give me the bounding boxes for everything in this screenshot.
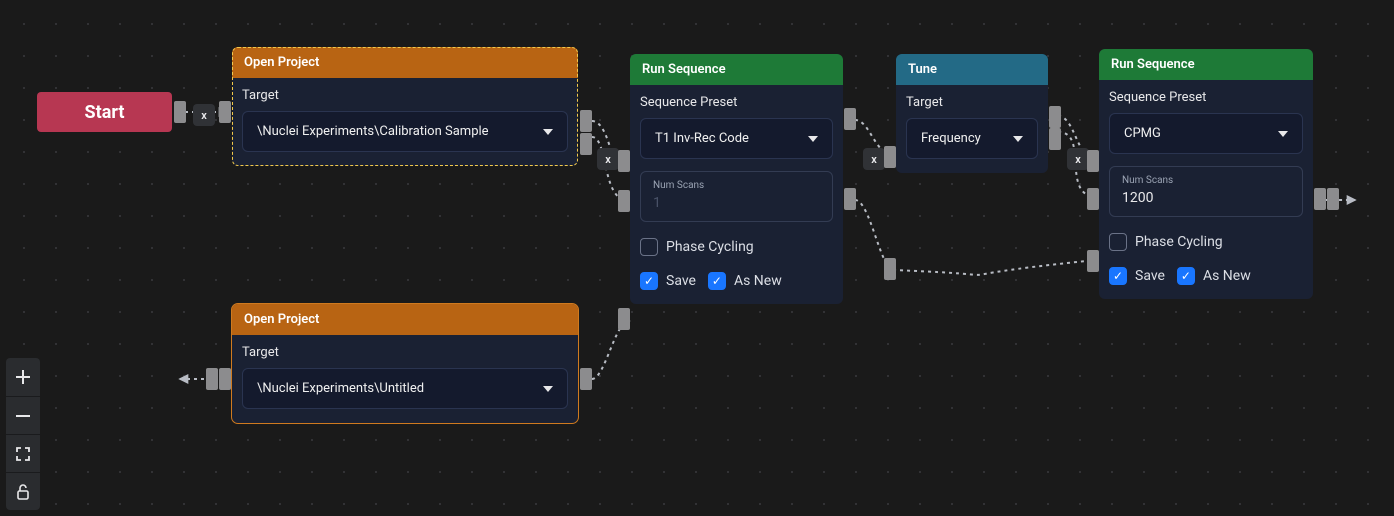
node-run-sequence-2[interactable]: Run Sequence Sequence Preset CPMG Num Sc… bbox=[1099, 49, 1313, 299]
edge-tune-down-to-run2 bbox=[893, 260, 1096, 275]
numscans-input[interactable]: 1 bbox=[653, 195, 820, 211]
start-label: Start bbox=[85, 102, 125, 123]
zoom-out-button[interactable] bbox=[6, 396, 40, 434]
asnew-checkbox[interactable] bbox=[708, 272, 726, 290]
phase-label: Phase Cycling bbox=[666, 239, 754, 255]
port-run2-in-a[interactable] bbox=[1087, 150, 1099, 172]
close-button[interactable]: x bbox=[597, 148, 619, 170]
target-label: Target bbox=[242, 345, 568, 360]
save-checkbox[interactable] bbox=[1109, 267, 1127, 285]
minus-icon bbox=[16, 409, 30, 423]
canvas-toolbar bbox=[6, 358, 40, 510]
preset-label: Sequence Preset bbox=[1109, 90, 1303, 105]
close-button[interactable]: x bbox=[863, 148, 885, 170]
port-tune-in-2[interactable] bbox=[884, 258, 896, 280]
asnew-checkbox[interactable] bbox=[1177, 267, 1195, 285]
port-open1-out-b[interactable] bbox=[580, 133, 592, 155]
port-run2-out[interactable] bbox=[1314, 188, 1326, 210]
port-open2-in-a[interactable] bbox=[219, 368, 231, 390]
flow-canvas[interactable]: Start x Open Project Target \Nuclei Expe… bbox=[0, 0, 1394, 516]
select-value: CPMG bbox=[1124, 126, 1161, 141]
port-open1-out-a[interactable] bbox=[580, 110, 592, 132]
save-checkbox[interactable] bbox=[640, 272, 658, 290]
port-tune-out-a[interactable] bbox=[1049, 106, 1061, 128]
preset-label: Sequence Preset bbox=[640, 95, 833, 110]
target-select[interactable]: Frequency bbox=[906, 118, 1038, 159]
select-value: \Nuclei Experiments\Untitled bbox=[257, 381, 424, 396]
save-label: Save bbox=[666, 273, 696, 289]
phase-label: Phase Cycling bbox=[1135, 234, 1223, 250]
node-header: Run Sequence bbox=[630, 54, 843, 85]
close-button[interactable]: x bbox=[193, 104, 215, 126]
port-run1-in-b[interactable] bbox=[618, 190, 630, 212]
phase-checkbox[interactable] bbox=[1109, 233, 1127, 251]
node-run-sequence-1[interactable]: Run Sequence Sequence Preset T1 Inv-Rec … bbox=[630, 54, 843, 304]
fullscreen-icon bbox=[15, 446, 31, 462]
node-header: Run Sequence bbox=[1099, 49, 1313, 80]
port-start-out[interactable] bbox=[174, 101, 186, 123]
node-open-project-2[interactable]: Open Project Target \Nuclei Experiments\… bbox=[232, 304, 578, 423]
start-node[interactable]: Start bbox=[37, 92, 172, 132]
target-select[interactable]: \Nuclei Experiments\Untitled bbox=[242, 368, 568, 409]
chevron-down-icon bbox=[543, 129, 553, 135]
target-select[interactable]: \Nuclei Experiments\Calibration Sample bbox=[242, 111, 568, 152]
preset-select[interactable]: T1 Inv-Rec Code bbox=[640, 118, 833, 159]
numscans-input[interactable]: 1200 bbox=[1122, 190, 1290, 206]
port-run2-in-b[interactable] bbox=[1087, 188, 1099, 210]
chevron-down-icon bbox=[543, 386, 553, 392]
unlock-icon bbox=[16, 484, 30, 500]
port-run1-in-c[interactable] bbox=[618, 308, 630, 330]
node-tune[interactable]: Tune Target Frequency bbox=[896, 54, 1048, 173]
port-tune-in[interactable] bbox=[884, 146, 896, 168]
numscans-input-wrap[interactable]: Num Scans 1200 bbox=[1109, 166, 1303, 217]
port-open1-in[interactable] bbox=[219, 101, 231, 123]
node-header: Open Project bbox=[232, 304, 578, 335]
node-header: Tune bbox=[896, 54, 1048, 85]
numscans-label: Num Scans bbox=[1122, 175, 1290, 186]
asnew-label: As New bbox=[1203, 268, 1251, 284]
select-value: T1 Inv-Rec Code bbox=[655, 131, 749, 146]
select-value: Frequency bbox=[921, 131, 981, 146]
chevron-down-icon bbox=[808, 136, 818, 142]
save-label: Save bbox=[1135, 268, 1165, 284]
node-open-project-1[interactable]: Open Project Target \Nuclei Experiments\… bbox=[232, 47, 578, 166]
chevron-down-icon bbox=[1013, 136, 1023, 142]
chevron-down-icon bbox=[1278, 131, 1288, 137]
port-run1-in-a[interactable] bbox=[618, 150, 630, 172]
port-open2-in-b[interactable] bbox=[206, 368, 218, 390]
zoom-in-button[interactable] bbox=[6, 358, 40, 396]
port-run2-out-2[interactable] bbox=[1327, 188, 1339, 210]
lock-button[interactable] bbox=[6, 472, 40, 510]
port-run2-in-c[interactable] bbox=[1087, 250, 1099, 272]
node-header: Open Project bbox=[232, 47, 578, 78]
numscans-input-wrap[interactable]: Num Scans 1 bbox=[640, 171, 833, 222]
port-run1-out-2[interactable] bbox=[844, 188, 856, 210]
target-label: Target bbox=[906, 95, 1038, 110]
select-value: \Nuclei Experiments\Calibration Sample bbox=[257, 124, 489, 139]
asnew-label: As New bbox=[734, 273, 782, 289]
plus-icon bbox=[16, 370, 30, 384]
numscans-label: Num Scans bbox=[653, 180, 820, 191]
port-open2-out[interactable] bbox=[580, 368, 592, 390]
preset-select[interactable]: CPMG bbox=[1109, 113, 1303, 154]
target-label: Target bbox=[242, 88, 568, 103]
port-tune-out-b[interactable] bbox=[1049, 128, 1061, 150]
close-button[interactable]: x bbox=[1067, 148, 1089, 170]
fit-button[interactable] bbox=[6, 434, 40, 472]
port-run1-out[interactable] bbox=[844, 108, 856, 130]
phase-checkbox[interactable] bbox=[640, 238, 658, 256]
